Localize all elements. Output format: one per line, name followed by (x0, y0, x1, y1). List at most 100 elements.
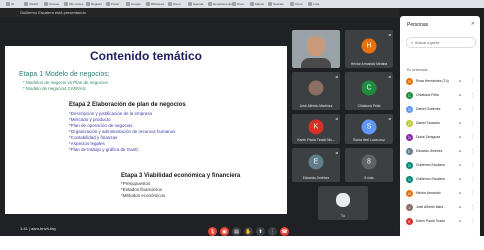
bookmark-item[interactable]: Otros (290, 1, 302, 7)
bookmark-item[interactable]: Departamento (208, 1, 232, 7)
bookmark-item[interactable]: UNAM (24, 1, 38, 7)
bookmark-item[interactable]: Drive (232, 1, 244, 7)
mic-off-icon: ⌀ (335, 74, 338, 79)
self-tile[interactable]: Tú (318, 186, 368, 220)
bookmark-icon (6, 2, 10, 6)
bookmark-item[interactable]: Canvas (44, 1, 59, 7)
participant-tile[interactable]: ⌀ C Chiakuna Pella (345, 72, 393, 110)
bookmark-label: Zoom (173, 2, 181, 6)
search-icon: ⌕ (411, 40, 414, 45)
bookmark-item[interactable]: Mis cursos (64, 1, 83, 7)
people-list-item[interactable]: E Eduardo Jiménez ⌀ ⋮ (406, 147, 478, 157)
section-label: En la llamada (407, 68, 428, 72)
etapa2-item: *Plan de trabajo y gráfica de Gantt (69, 147, 138, 152)
participant-tile[interactable]: ⌀ S Sonia Itzel Luna cruz (345, 114, 393, 144)
footer-strip (0, 236, 484, 250)
people-list-item[interactable]: D Daniel Gutiérrez ⌀ ⋮ (406, 105, 478, 115)
bookmark-icon (64, 2, 68, 6)
search-placeholder: Buscar a gente (415, 40, 440, 45)
avatar: D (406, 134, 413, 141)
more-options-icon[interactable]: ⋮ (471, 149, 475, 153)
mic-off-icon[interactable]: ⌀ (459, 135, 461, 139)
more-options-icon[interactable]: ⋮ (471, 219, 475, 223)
participant-tile[interactable]: ⌀ E Eduardo Jiménez (292, 148, 340, 182)
close-icon[interactable]: ✕ (471, 21, 475, 27)
bookmark-item[interactable]: Biblioteca (146, 1, 164, 7)
bookmark-icon (232, 2, 236, 6)
bookmark-icon (126, 2, 130, 6)
more-options-icon[interactable]: ⋮ (471, 163, 475, 167)
people-list-item[interactable]: R Rosa Hernández (Tú) ⌀ ⋮ (406, 77, 478, 87)
more-options-icon[interactable]: ⋮ (471, 79, 475, 83)
mic-off-icon[interactable]: ⌀ (459, 219, 461, 223)
bookmark-item[interactable]: Zoom (168, 1, 181, 7)
mic-off-icon: ⌀ (388, 32, 391, 37)
more-options-icon[interactable]: ⋮ (471, 177, 475, 181)
people-list-item[interactable]: D Dulce Zaragoza ⌀ ⋮ (406, 133, 478, 143)
meeting-code: 1:41 | aam-bnvh-fwy (20, 226, 57, 231)
people-list-item[interactable]: G Guillermo Escalera ⌀ ⋮ (406, 175, 478, 185)
present-button[interactable]: ⬆ (256, 227, 265, 236)
person-name: Guillermo Escalera (416, 163, 445, 167)
bookmark-item[interactable]: Noticias (268, 1, 284, 7)
people-list-item[interactable]: G Guillermo Escalera ⌀ ⋮ (406, 161, 478, 171)
bookmark-item[interactable]: Lista (308, 1, 319, 7)
people-list-item[interactable]: K Karen Paola Tirado ⌀ ⋮ (406, 217, 478, 227)
person-name: Eduardo Jiménez (416, 149, 443, 153)
presenter-label: Guillermo Escalera está presentando (20, 10, 86, 15)
bookmark-label: UNAM (29, 2, 38, 6)
avatar: J (406, 204, 413, 211)
bookmark-icon (106, 2, 110, 6)
people-list-item[interactable]: C Chiakuna Pella ⌀ ⋮ (406, 91, 478, 101)
bookmark-icon (168, 2, 172, 6)
participant-tile[interactable]: ⌀ José Alfredo Martínez (292, 72, 340, 110)
mic-off-icon[interactable]: ⌀ (459, 163, 461, 167)
mic-off-icon[interactable]: ⌀ (459, 205, 461, 209)
search-people-input[interactable]: ⌕ Buscar a gente (406, 37, 476, 48)
more-options-icon[interactable]: ⋮ (471, 135, 475, 139)
avatar: C (406, 92, 413, 99)
mic-off-icon[interactable]: ⌀ (459, 79, 461, 83)
participant-tile-video[interactable] (292, 30, 340, 68)
captions-button[interactable]: ▤ (232, 227, 241, 236)
bookmark-label: Lista (313, 2, 320, 6)
mic-off-button[interactable]: 🎙 (208, 227, 217, 236)
avatar: E (406, 148, 413, 155)
bookmark-icon (86, 2, 90, 6)
leave-button[interactable]: ☎ (280, 227, 289, 236)
people-panel: Personas ✕ ⌕ Buscar a gente En la llamad… (400, 16, 480, 238)
bookmark-icon (308, 2, 312, 6)
bookmark-item[interactable]: Registro (86, 1, 102, 7)
avatar: R (406, 78, 413, 85)
mic-off-icon[interactable]: ⌀ (459, 121, 461, 125)
avatar: 8 (361, 154, 377, 170)
more-options-icon[interactable]: ⋮ (471, 107, 475, 111)
cam-off-button[interactable]: ▣ (220, 227, 229, 236)
raise-hand-button[interactable]: ✋ (244, 227, 253, 236)
bookmark-item[interactable]: Agenda (188, 1, 203, 7)
participant-tile-more[interactable]: 8 8 más (345, 148, 393, 182)
more-button[interactable]: ⋮ (268, 227, 277, 236)
people-list-item[interactable]: H Héctor Armando ⌀ ⋮ (406, 189, 478, 199)
bookmark-item[interactable]: Portal (106, 1, 119, 7)
bookmark-item[interactable]: Mapas (250, 1, 264, 7)
more-options-icon[interactable]: ⋮ (471, 205, 475, 209)
mic-off-icon[interactable]: ⌀ (459, 93, 461, 97)
etapa1-item: * Modelo de negocios CANVAS (23, 86, 86, 91)
more-options-icon[interactable]: ⋮ (471, 121, 475, 125)
bookmark-item[interactable]: IG (6, 1, 14, 7)
mic-off-icon[interactable]: ⌀ (459, 149, 461, 153)
mic-off-icon[interactable]: ⌀ (459, 107, 461, 111)
more-options-icon[interactable]: ⋮ (471, 93, 475, 97)
bookmark-item[interactable]: Google (126, 1, 141, 7)
avatar: H (361, 38, 377, 54)
tile-name: Chiakuna Pella (357, 104, 381, 108)
mic-off-icon[interactable]: ⌀ (459, 177, 461, 181)
people-list-item[interactable]: D Daniel Saucedo ⌀ ⋮ (406, 119, 478, 129)
more-options-icon[interactable]: ⋮ (471, 191, 475, 195)
people-list-item[interactable]: J José Alfredo Martí... ⌀ ⋮ (406, 203, 478, 213)
mic-off-icon[interactable]: ⌀ (459, 191, 461, 195)
avatar (308, 80, 324, 96)
participant-tile[interactable]: ⌀ K Karen Paola Tirado Mo... (292, 114, 340, 144)
participant-tile[interactable]: ⌀ H Héctor Armando Medina (345, 30, 393, 68)
